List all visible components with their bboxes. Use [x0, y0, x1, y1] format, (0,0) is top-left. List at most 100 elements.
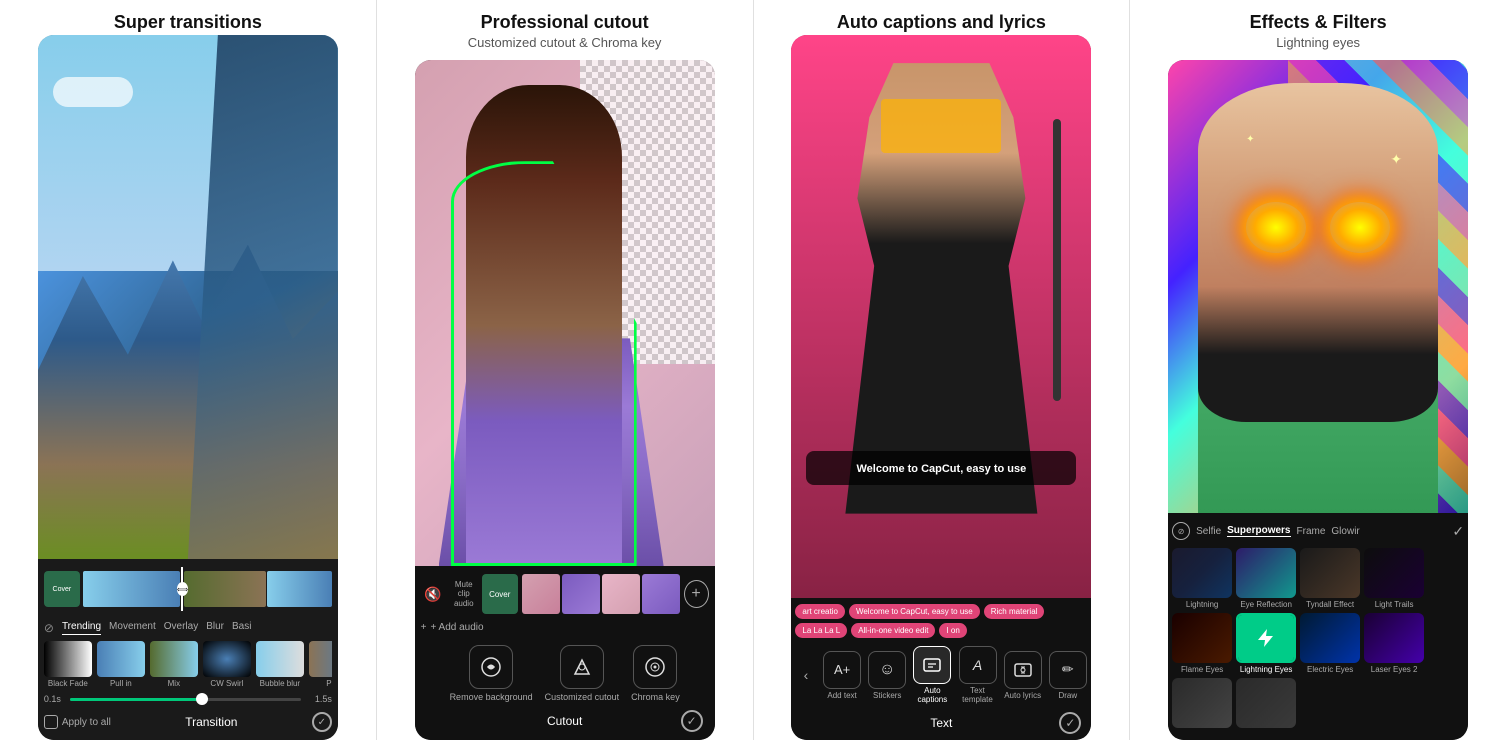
p1-bottom-label: Transition	[185, 715, 237, 729]
p4-no-icon[interactable]: ⊘	[1172, 522, 1190, 540]
p3-pill-art[interactable]: art creatio	[795, 604, 845, 619]
p1-cover-clip[interactable]: Cover	[44, 571, 80, 607]
p3-screen: Welcome to CapCut, easy to use	[791, 35, 1091, 598]
p2-timeline-row: 🔇 Mute clipaudio Cover +	[421, 574, 709, 614]
p3-pill-ion[interactable]: I on	[939, 623, 966, 638]
p2-add-clip-btn[interactable]: +	[684, 580, 709, 608]
p4-thumb-lightning-eyes	[1236, 613, 1296, 663]
p2-clips-row	[522, 574, 680, 614]
p1-slider[interactable]	[70, 698, 301, 701]
p3-controls: art creatio Welcome to CapCut, easy to u…	[791, 598, 1091, 740]
p4-tab-selfie[interactable]: Selfie	[1196, 526, 1221, 537]
p4-effect-eye-reflection[interactable]: Eye Reflection	[1236, 548, 1296, 609]
p2-add-audio[interactable]: + + Add audio	[421, 620, 709, 639]
p3-stickers-icon: ☺	[868, 651, 906, 689]
p1-timeline-row: Cover ⟺	[44, 567, 332, 611]
p4-tab-superpowers[interactable]: Superpowers	[1227, 525, 1290, 537]
tab-basi[interactable]: Basi	[232, 621, 251, 635]
p3-add-text-icon: A+	[823, 651, 861, 689]
p3-pill-lala[interactable]: La La La L	[795, 623, 847, 638]
filter-bubble-blur[interactable]: Bubble blur	[256, 641, 304, 688]
filter-cw-swirl[interactable]: CW Swirl	[203, 641, 251, 688]
p3-caption-pills2: La La La L All-in-one video edit I on	[795, 623, 1087, 638]
p4-effects-row3	[1172, 676, 1464, 730]
panel4-title: Effects & Filters	[1250, 12, 1387, 33]
p4-thumb-eye-ref	[1236, 548, 1296, 598]
p4-sparkle1: ✦	[1390, 151, 1402, 168]
filter-pull-in[interactable]: Pull in	[97, 641, 145, 688]
p1-check[interactable]: ✓	[312, 712, 332, 732]
p4-effect-lightning[interactable]: Lightning	[1172, 548, 1232, 609]
tab-movement[interactable]: Movement	[109, 621, 156, 635]
p2-chroma-key-icon	[633, 645, 677, 689]
p2-clip2[interactable]	[562, 574, 600, 614]
p1-filter-items: Black Fade Pull in Mix CW Swirl	[44, 639, 332, 690]
p4-thumb-electric	[1300, 613, 1360, 663]
p3-bottom-bar: Text ✓	[795, 708, 1087, 738]
p3-tool-draw[interactable]: ✏ Draw	[1049, 651, 1087, 700]
p4-controls: ⊘ Selfie Superpowers Frame Glowir ✓ Ligh…	[1168, 513, 1468, 740]
p4-effect-flame-eyes[interactable]: Flame Eyes	[1172, 613, 1232, 674]
p4-check-icon[interactable]: ✓	[1452, 523, 1464, 540]
tab-trending[interactable]: Trending	[62, 621, 101, 635]
p4-eye-right-glow	[1330, 202, 1390, 253]
panel4-phone: ✦ ✦ ⊘ Selfie Superpowers Frame Glowir ✓	[1168, 60, 1468, 740]
p4-sparkle2: ✦	[1246, 134, 1254, 145]
p4-effect-laser-eyes[interactable]: Laser Eyes 2	[1364, 613, 1424, 674]
p1-clip2[interactable]	[184, 571, 265, 607]
p4-partial-thumb2[interactable]	[1236, 678, 1296, 728]
p2-clip3[interactable]	[602, 574, 640, 614]
p4-filter-tabs: ⊘ Selfie Superpowers Frame Glowir ✓	[1172, 519, 1464, 546]
p3-tool-auto-lyrics[interactable]: Auto lyrics	[1004, 651, 1042, 700]
p4-effect-electric-eyes[interactable]: Electric Eyes	[1300, 613, 1360, 674]
p2-mute-label: Mute clipaudio	[450, 580, 478, 609]
p1-apply-all[interactable]: Apply to all	[44, 715, 111, 729]
p2-tool-customized-cutout[interactable]: Customized cutout	[545, 645, 620, 702]
p4-tab-frame[interactable]: Frame	[1297, 526, 1326, 537]
panel-auto-captions: Auto captions and lyrics Welcome to CapC…	[754, 0, 1131, 740]
p4-tab-glowir[interactable]: Glowir	[1331, 526, 1359, 537]
p3-tool-add-text[interactable]: A+ Add text	[823, 651, 861, 700]
tab-overlay[interactable]: Overlay	[164, 621, 198, 635]
panel4-subtitle: Lightning eyes	[1276, 35, 1360, 50]
p3-caption-box: Welcome to CapCut, easy to use	[806, 451, 1076, 485]
p3-tool-text-template[interactable]: A Texttemplate	[959, 646, 997, 704]
p3-pill-allinone[interactable]: All-in-one video edit	[851, 623, 935, 638]
p3-check[interactable]: ✓	[1059, 712, 1081, 734]
p1-slider-row: 0.1s 1.5s	[44, 690, 332, 708]
p3-glasses	[881, 99, 1001, 153]
tab-blur[interactable]: Blur	[206, 621, 224, 635]
filter-pull[interactable]: Pull	[309, 641, 332, 688]
p4-effect-lightning-eyes[interactable]: Lightning Eyes	[1236, 613, 1296, 674]
p3-arrow-left[interactable]: ‹	[796, 665, 816, 685]
p1-clip1[interactable]	[83, 571, 181, 607]
p4-partial-thumb1[interactable]	[1172, 678, 1232, 728]
p2-cover-clip[interactable]: Cover	[482, 574, 518, 614]
p3-tool-stickers[interactable]: ☺ Stickers	[868, 651, 906, 700]
p4-effect-tyndall[interactable]: Tyndall Effect	[1300, 548, 1360, 609]
p2-clip4[interactable]	[642, 574, 680, 614]
p3-text-template-icon: A	[959, 646, 997, 684]
p4-effect-light-trails[interactable]: Light Trails	[1364, 548, 1424, 609]
filter-mix[interactable]: Mix	[150, 641, 198, 688]
p2-check[interactable]: ✓	[681, 710, 703, 732]
p1-controls: Cover ⟺ ⊘	[38, 559, 338, 740]
p3-pill-welcome[interactable]: Welcome to CapCut, easy to use	[849, 604, 980, 619]
p2-mute-btn[interactable]: 🔇	[421, 580, 446, 608]
p1-clip3[interactable]	[267, 571, 332, 607]
p2-cutout-icon	[560, 645, 604, 689]
filter-black-fade[interactable]: Black Fade	[44, 641, 92, 688]
panel2-title: Professional cutout	[481, 12, 649, 33]
p2-clip1[interactable]	[522, 574, 560, 614]
p2-screen	[415, 60, 715, 566]
p4-thumb-lightning	[1172, 548, 1232, 598]
p3-tool-auto-captions[interactable]: Autocaptions	[913, 646, 951, 704]
p2-tool-remove-bg[interactable]: Remove background	[450, 645, 533, 702]
p1-cloud	[53, 77, 133, 107]
p3-pill-rich[interactable]: Rich material	[984, 604, 1045, 619]
p4-bottom-bar	[1172, 730, 1464, 738]
panel-professional-cutout: Professional cutout Customized cutout & …	[377, 0, 754, 740]
panel2-subtitle: Customized cutout & Chroma key	[468, 35, 662, 50]
p3-draw-icon: ✏	[1049, 651, 1087, 689]
p2-tool-chroma-key[interactable]: Chroma key	[631, 645, 680, 702]
